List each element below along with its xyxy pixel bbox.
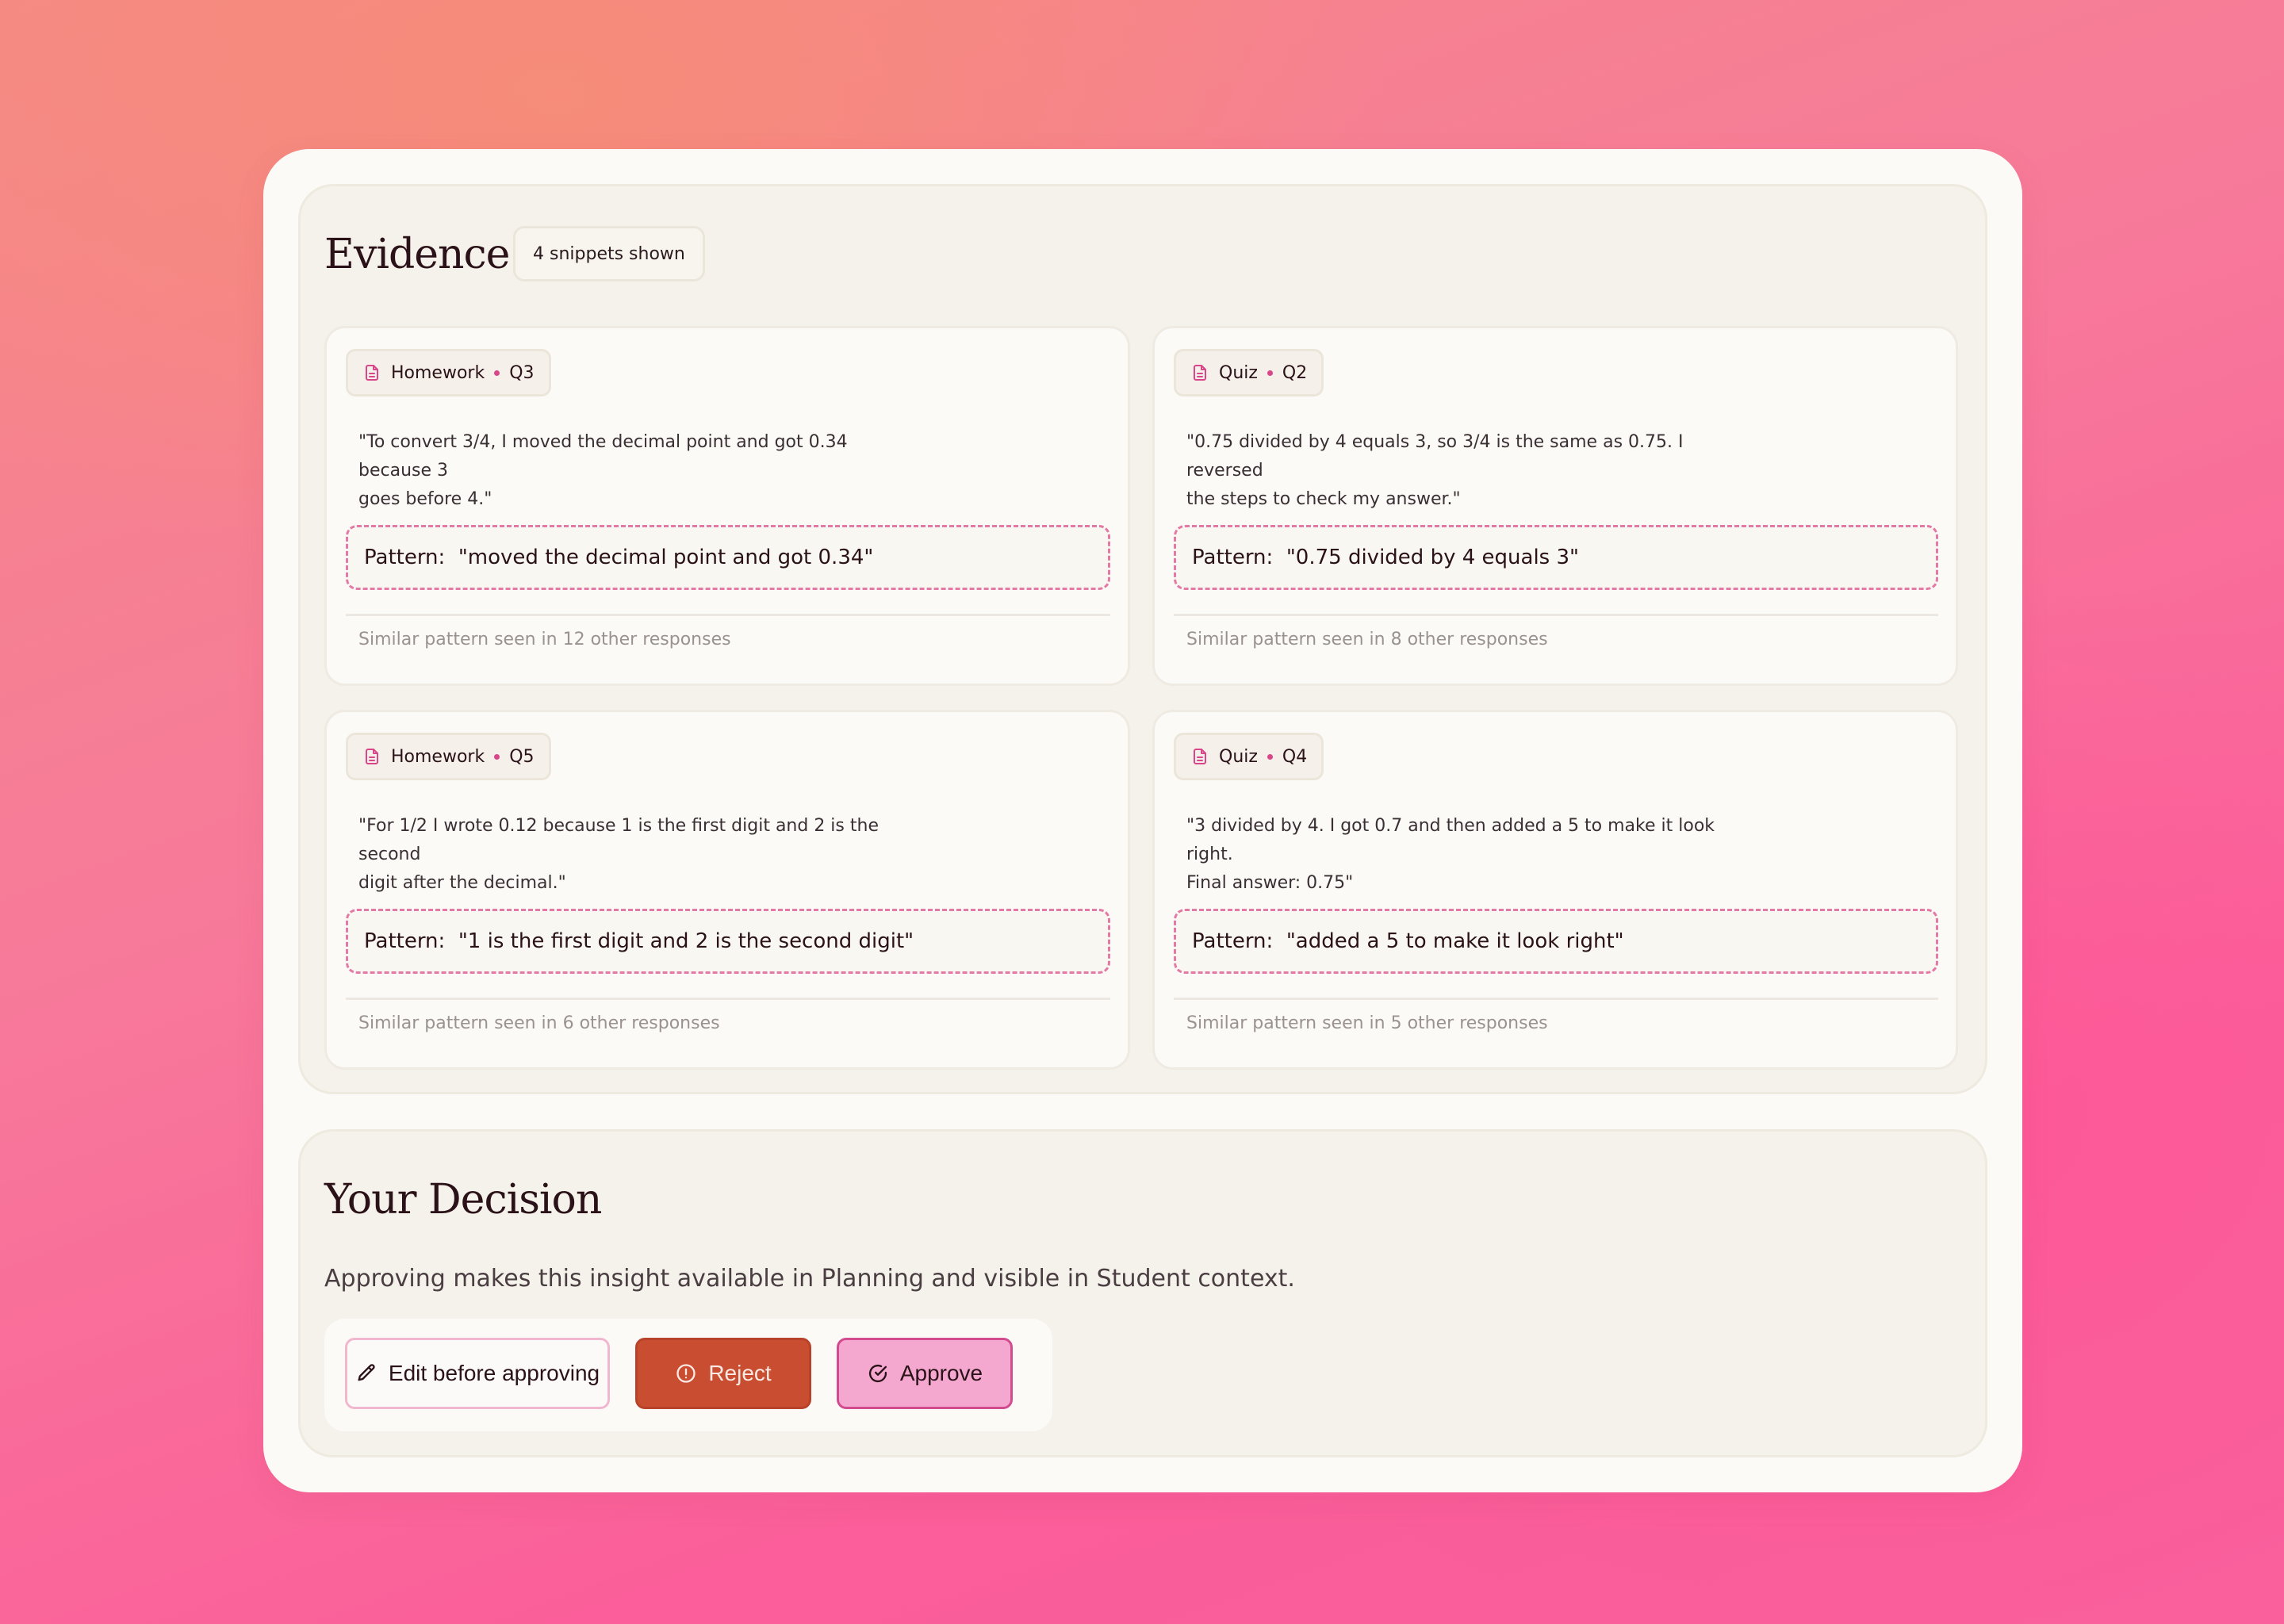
question-number: Q5 — [509, 746, 535, 767]
question-number: Q4 — [1282, 746, 1308, 767]
pattern-prefix: Pattern: — [1192, 546, 1274, 569]
file-text-icon — [362, 747, 381, 766]
reject-button-label: Reject — [708, 1361, 772, 1385]
source-tag: Quiz Q2 — [1174, 349, 1324, 396]
similar-pattern-note: Similar pattern seen in 6 other response… — [358, 1013, 720, 1033]
approve-button-label: Approve — [899, 1361, 983, 1385]
source-type: Homework — [391, 362, 485, 383]
pattern-text: "added a 5 to make it look right" — [1286, 929, 1624, 953]
divider — [346, 614, 1110, 616]
source-tag: Homework Q3 — [346, 349, 551, 396]
source-tag: Homework Q5 — [346, 733, 551, 780]
pattern-text: "moved the decimal point and got 0.34" — [458, 546, 874, 569]
divider — [1174, 614, 1938, 616]
pencil-icon — [355, 1362, 377, 1385]
pattern-highlight: Pattern: "0.75 divided by 4 equals 3" — [1174, 525, 1938, 590]
file-text-icon — [1190, 363, 1209, 382]
separator-dot — [494, 753, 500, 760]
review-window: Evidence 4 snippets shown Homework Q3 "T… — [263, 149, 2022, 1492]
pattern-highlight: Pattern: "moved the decimal point and go… — [346, 525, 1110, 590]
file-text-icon — [1190, 747, 1209, 766]
source-tag: Quiz Q4 — [1174, 733, 1324, 780]
quote-line: the steps to check my answer." — [1186, 489, 1461, 509]
student-quote: "3 divided by 4. I got 0.7 and then adde… — [1186, 812, 1742, 898]
approve-button[interactable]: Approve — [837, 1338, 1013, 1409]
question-number: Q3 — [509, 362, 535, 383]
pattern-text: "0.75 divided by 4 equals 3" — [1286, 546, 1579, 569]
similar-pattern-note: Similar pattern seen in 5 other response… — [1186, 1013, 1548, 1033]
decision-actions: Edit before approving Reject Approve — [324, 1319, 1052, 1431]
quote-line: digit after the decimal." — [358, 873, 566, 893]
reject-button[interactable]: Reject — [635, 1338, 811, 1409]
evidence-card: Quiz Q2 "0.75 divided by 4 equals 3, so … — [1152, 326, 1958, 686]
quote-line: Final answer: 0.75" — [1186, 873, 1354, 893]
edit-button-label: Edit before approving — [388, 1361, 600, 1385]
similar-pattern-note: Similar pattern seen in 8 other response… — [1186, 630, 1548, 649]
quote-line: "To convert 3/4, I moved the decimal poi… — [358, 432, 848, 481]
file-text-icon — [362, 363, 381, 382]
quote-line: "0.75 divided by 4 equals 3, so 3/4 is t… — [1186, 432, 1684, 481]
quote-line: goes before 4." — [358, 489, 492, 509]
evidence-panel: Evidence 4 snippets shown Homework Q3 "T… — [298, 184, 1987, 1094]
edit-before-approving-button[interactable]: Edit before approving — [345, 1338, 610, 1409]
separator-dot — [1267, 370, 1273, 376]
pattern-highlight: Pattern: "1 is the first digit and 2 is … — [346, 909, 1110, 974]
snippet-count-badge: 4 snippets shown — [513, 226, 705, 282]
source-type: Quiz — [1219, 746, 1258, 767]
student-quote: "To convert 3/4, I moved the decimal poi… — [358, 428, 914, 514]
decision-description: Approving makes this insight available i… — [324, 1265, 1295, 1293]
question-number: Q2 — [1282, 362, 1308, 383]
evidence-card: Homework Q5 "For 1/2 I wrote 0.12 becaus… — [324, 710, 1130, 1070]
divider — [1174, 998, 1938, 1000]
evidence-card: Quiz Q4 "3 divided by 4. I got 0.7 and t… — [1152, 710, 1958, 1070]
decision-panel: Your Decision Approving makes this insig… — [298, 1129, 1987, 1457]
divider — [346, 998, 1110, 1000]
similar-pattern-note: Similar pattern seen in 12 other respons… — [358, 630, 731, 649]
student-quote: "For 1/2 I wrote 0.12 because 1 is the f… — [358, 812, 914, 898]
pattern-prefix: Pattern: — [1192, 929, 1274, 953]
separator-dot — [1267, 753, 1273, 760]
student-quote: "0.75 divided by 4 equals 3, so 3/4 is t… — [1186, 428, 1742, 514]
evidence-card: Homework Q3 "To convert 3/4, I moved the… — [324, 326, 1130, 686]
alert-circle-icon — [675, 1362, 697, 1385]
pattern-prefix: Pattern: — [364, 929, 446, 953]
decision-title: Your Decision — [324, 1176, 602, 1224]
pattern-prefix: Pattern: — [364, 546, 446, 569]
quote-line: "For 1/2 I wrote 0.12 because 1 is the f… — [358, 816, 879, 864]
evidence-title: Evidence — [324, 231, 510, 278]
separator-dot — [494, 370, 500, 376]
check-circle-icon — [867, 1362, 889, 1385]
source-type: Homework — [391, 746, 485, 767]
pattern-highlight: Pattern: "added a 5 to make it look righ… — [1174, 909, 1938, 974]
pattern-text: "1 is the first digit and 2 is the secon… — [458, 929, 914, 953]
source-type: Quiz — [1219, 362, 1258, 383]
quote-line: "3 divided by 4. I got 0.7 and then adde… — [1186, 816, 1715, 864]
